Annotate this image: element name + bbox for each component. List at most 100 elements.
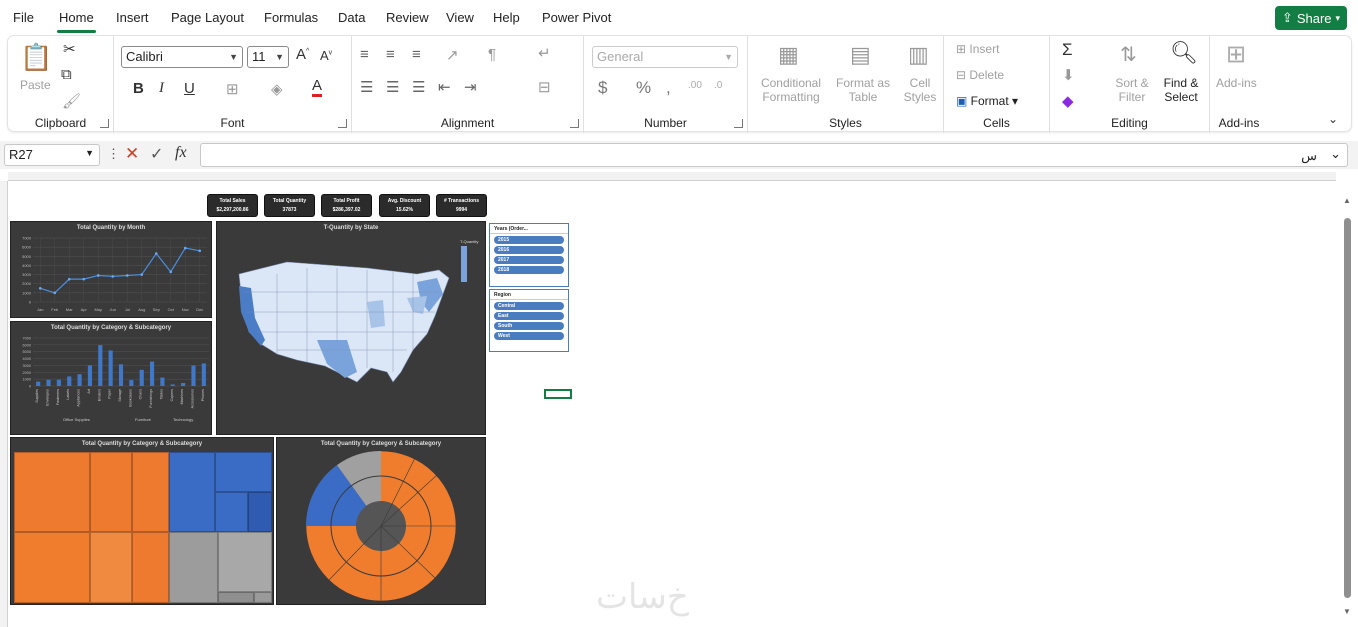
tab-page-layout[interactable]: Page Layout: [171, 10, 244, 25]
font-color-icon[interactable]: A: [312, 78, 323, 97]
rtl-icon[interactable]: ¶: [488, 46, 496, 63]
comma-icon[interactable]: ,: [666, 78, 671, 98]
slicer-years[interactable]: Years (Order... 2015 2016 2017 2018: [489, 223, 569, 287]
merge-icon[interactable]: ⊟: [538, 78, 551, 96]
format-as-table-button[interactable]: Format as Table: [834, 76, 892, 104]
bar-chart[interactable]: Total Quantity by Category & Subcategory…: [10, 321, 212, 435]
wrap-text-icon[interactable]: ↵: [538, 44, 551, 62]
italic-icon[interactable]: I: [159, 80, 164, 97]
bar-group-furniture: Furniture: [135, 417, 152, 422]
bold-icon[interactable]: B: [133, 80, 144, 97]
scroll-up-icon[interactable]: ▲: [1343, 196, 1351, 205]
decrease-font-icon[interactable]: Av: [320, 48, 332, 63]
treemap-tile: [132, 452, 169, 532]
addins-button[interactable]: Add-ins: [1216, 76, 1257, 90]
cell-styles-button[interactable]: Cell Styles: [902, 76, 938, 104]
conditional-formatting-button[interactable]: Conditional Formatting: [760, 76, 822, 104]
tab-home[interactable]: Home: [57, 10, 96, 33]
sunburst-chart[interactable]: Total Quantity by Category & Subcategory: [276, 437, 486, 605]
font-name-select[interactable]: Calibri ▼: [121, 46, 243, 68]
cancel-icon[interactable]: ✕: [125, 144, 139, 164]
percent-icon[interactable]: %: [636, 78, 651, 98]
tab-file[interactable]: File: [13, 10, 34, 25]
font-launcher-icon[interactable]: [338, 119, 347, 128]
font-size-select[interactable]: 11 ▼: [247, 46, 289, 68]
tab-insert[interactable]: Insert: [116, 10, 149, 25]
find-select-button[interactable]: Find & Select: [1158, 76, 1204, 104]
collapse-ribbon-icon[interactable]: ⌄: [1328, 112, 1338, 126]
paste-button[interactable]: Paste: [20, 78, 51, 92]
formula-input[interactable]: س ⌄: [200, 143, 1348, 167]
selected-cell[interactable]: [544, 389, 572, 399]
slicer-region-item[interactable]: South: [494, 322, 564, 330]
x-tick-label: Appliances: [77, 389, 81, 407]
data-point: [96, 274, 100, 277]
tab-help[interactable]: Help: [493, 10, 520, 25]
scrollbar-thumb[interactable]: [1344, 218, 1351, 598]
increase-decimal-icon[interactable]: .00: [688, 80, 702, 91]
tab-review[interactable]: Review: [386, 10, 429, 25]
bar: [129, 380, 134, 386]
tab-view[interactable]: View: [446, 10, 474, 25]
slicer-region[interactable]: Region Central East South West: [489, 289, 569, 352]
enter-icon[interactable]: ✓: [150, 144, 163, 164]
slicer-year-item[interactable]: 2015: [494, 236, 564, 244]
format-cells-button[interactable]: ▣ Format ▾: [956, 94, 1018, 108]
copy-icon[interactable]: ⧉: [61, 66, 72, 83]
align-left-icon[interactable]: ☰: [360, 78, 373, 96]
name-box[interactable]: R27 ▼: [4, 144, 100, 166]
x-tick-label: Aug: [138, 307, 145, 312]
insert-cells-button[interactable]: ⊞ Insert: [956, 42, 999, 56]
function-icon[interactable]: fx: [175, 144, 187, 162]
tab-data[interactable]: Data: [338, 10, 365, 25]
delete-cells-button[interactable]: ⊟ Delete: [956, 68, 1004, 82]
autosum-icon[interactable]: Σ: [1062, 40, 1073, 60]
share-button[interactable]: ⇪ Share ▾: [1275, 6, 1347, 30]
kpi-total-quantity: Total Quantity 37873: [264, 194, 315, 217]
scroll-down-icon[interactable]: ▼: [1343, 607, 1351, 616]
slicer-year-item[interactable]: 2017: [494, 256, 564, 264]
fill-color-icon[interactable]: ◈: [271, 80, 283, 98]
slicer-region-item[interactable]: East: [494, 312, 564, 320]
clear-icon[interactable]: ◆: [1062, 92, 1074, 110]
decrease-indent-icon[interactable]: ⇤: [438, 78, 451, 96]
slicer-year-item[interactable]: 2016: [494, 246, 564, 254]
series-line: [40, 247, 200, 294]
align-top-icon[interactable]: ≡: [360, 46, 369, 63]
slicer-region-item[interactable]: Central: [494, 302, 564, 310]
cut-icon[interactable]: ✂: [63, 40, 76, 58]
clipboard-launcher-icon[interactable]: [100, 119, 109, 128]
increase-font-icon[interactable]: A^: [296, 46, 309, 63]
increase-indent-icon[interactable]: ⇥: [464, 78, 477, 96]
map-chart[interactable]: T-Quantity by State T-Quantity: [216, 221, 486, 435]
data-point: [53, 291, 57, 295]
fill-icon[interactable]: ⬇: [1062, 66, 1075, 84]
orientation-icon[interactable]: ↗: [446, 46, 459, 64]
editing-label: Editing: [1111, 116, 1148, 130]
format-painter-icon[interactable]: 🖌: [62, 92, 81, 110]
align-center-icon[interactable]: ☰: [386, 78, 399, 96]
borders-icon[interactable]: ⊞: [226, 80, 239, 98]
align-bottom-icon[interactable]: ≡: [412, 46, 421, 63]
treemap-chart[interactable]: Total Quantity by Category & Subcategory: [10, 437, 274, 605]
number-launcher-icon[interactable]: [734, 119, 743, 128]
expand-formula-icon[interactable]: ⌄: [1330, 146, 1341, 162]
underline-icon[interactable]: U: [184, 80, 195, 97]
number-format-select[interactable]: General ▼: [592, 46, 738, 68]
line-chart[interactable]: Total Quantity by Month 0 1000 2000 3000 400…: [10, 221, 212, 318]
vertical-scrollbar[interactable]: ▲ ▼: [1342, 190, 1352, 620]
slicer-year-item[interactable]: 2018: [494, 266, 564, 274]
slicer-region-item[interactable]: West: [494, 332, 564, 340]
y-tick-label: 3000: [22, 272, 32, 277]
currency-icon[interactable]: $: [598, 78, 607, 98]
tab-formulas[interactable]: Formulas: [264, 10, 318, 25]
worksheet[interactable]: Total Sales $2,297,200.86 Total Quantity 3…: [0, 172, 1358, 627]
tab-power-pivot[interactable]: Power Pivot: [542, 10, 611, 25]
align-right-icon[interactable]: ☰: [412, 78, 425, 96]
clipboard-label: Clipboard: [34, 116, 87, 130]
decrease-decimal-icon[interactable]: .0: [714, 80, 722, 91]
alignment-launcher-icon[interactable]: [570, 119, 579, 128]
sort-filter-button[interactable]: Sort & Filter: [1112, 76, 1152, 104]
align-middle-icon[interactable]: ≡: [386, 46, 395, 63]
more-icon[interactable]: ⋮: [107, 146, 120, 162]
